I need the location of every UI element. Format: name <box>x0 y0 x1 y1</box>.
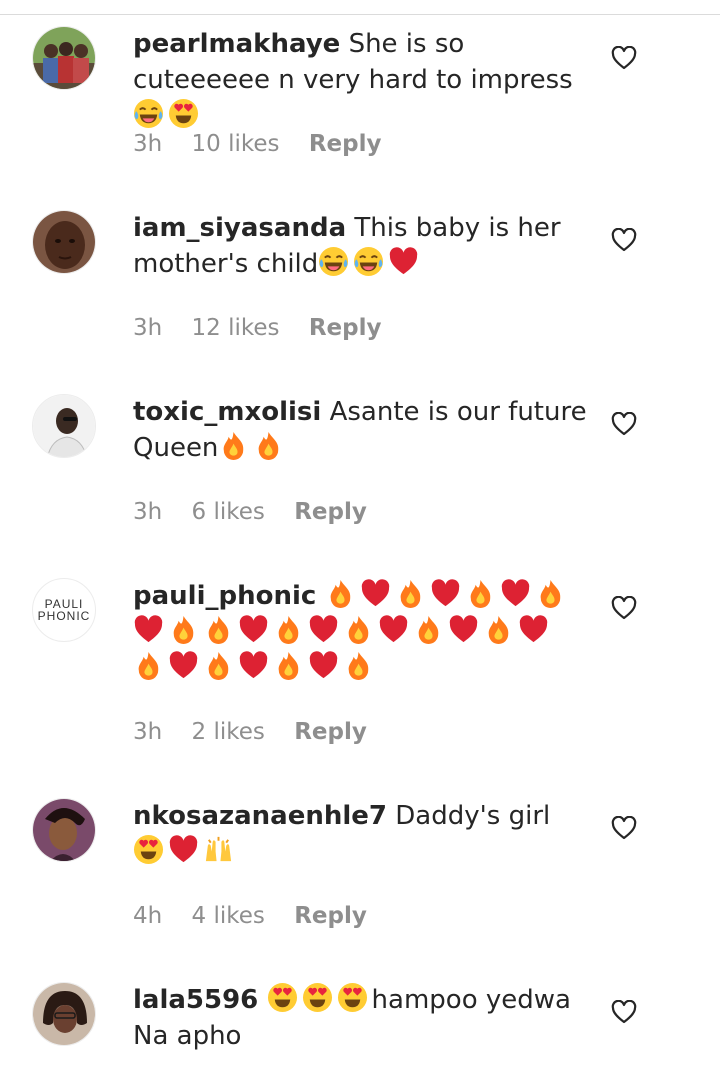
comment-likes[interactable]: 10 likes <box>192 131 280 157</box>
comment-body: pearlmakhaye She is so cuteeeeee n very … <box>133 26 593 134</box>
emoji-fire <box>133 651 168 683</box>
reply-button[interactable]: Reply <box>294 499 367 525</box>
comment-likes[interactable]: 12 likes <box>192 315 280 341</box>
comment-meta: 3h 10 likes Reply <box>133 131 404 157</box>
comment-likes[interactable]: 2 likes <box>192 719 265 745</box>
emoji-laugh-cry <box>353 246 388 279</box>
comment-time: 3h <box>133 131 163 157</box>
comment-username[interactable]: iam_siyasanda <box>133 213 346 243</box>
comment-time: 3h <box>133 719 163 745</box>
emoji-fire <box>343 615 378 647</box>
comment-body: lala5596 hampoo yedwa Na apho <box>133 982 593 1054</box>
emoji-red-heart <box>168 835 203 867</box>
reply-button[interactable]: Reply <box>309 315 382 341</box>
emoji-fire <box>273 651 308 683</box>
emoji-fire <box>343 651 378 683</box>
emoji-fire <box>273 615 308 647</box>
comment-time: 3h <box>133 315 163 341</box>
emoji-heart-eyes <box>302 982 337 1015</box>
emoji-fire <box>203 615 238 647</box>
emoji-fire <box>395 579 430 611</box>
emoji-heart-eyes <box>133 834 168 867</box>
comment-body: pauli_phonic <box>133 578 583 686</box>
comment-likes[interactable]: 6 likes <box>192 499 265 525</box>
heart-outline-icon[interactable] <box>611 412 637 436</box>
comment-meta: 4h 4 likes Reply <box>133 903 389 929</box>
emoji-red-heart <box>360 579 395 611</box>
emoji-red-heart <box>518 615 553 647</box>
comment-username[interactable]: pearlmakhaye <box>133 29 340 59</box>
heart-outline-icon[interactable] <box>611 228 637 252</box>
comment-username[interactable]: pauli_phonic <box>133 581 316 611</box>
top-divider <box>0 14 720 15</box>
avatar[interactable] <box>32 394 96 458</box>
emoji-fire <box>465 579 500 611</box>
comment-meta: 3h 12 likes Reply <box>133 315 404 341</box>
emoji-fire <box>483 615 518 647</box>
emoji-fire <box>325 579 360 611</box>
comment-username[interactable]: toxic_mxolisi <box>133 397 321 427</box>
comment-meta: 3h 2 likes Reply <box>133 719 389 745</box>
comment-username[interactable]: nkosazanaenhle7 <box>133 801 387 831</box>
comment-meta: 3h 6 likes Reply <box>133 499 389 525</box>
emoji-red-heart <box>133 615 168 647</box>
comment-time: 4h <box>133 903 163 929</box>
comment-body: iam_siyasanda This baby is her mother's … <box>133 210 593 282</box>
avatar[interactable] <box>32 26 96 90</box>
reply-button[interactable]: Reply <box>309 131 382 157</box>
avatar[interactable] <box>32 210 96 274</box>
heart-outline-icon[interactable] <box>611 1000 637 1024</box>
emoji-heart-eyes <box>168 98 203 131</box>
emoji-laugh-cry <box>133 98 168 131</box>
emoji-red-heart <box>388 247 423 279</box>
comment-body: toxic_mxolisi Asante is our future Queen <box>133 394 593 466</box>
emoji-red-heart <box>430 579 465 611</box>
emoji-heart-eyes <box>267 982 302 1015</box>
emoji-red-heart <box>308 615 343 647</box>
emoji-fire <box>218 431 253 463</box>
comment-time: 3h <box>133 499 163 525</box>
avatar[interactable] <box>32 982 96 1046</box>
emoji-red-heart <box>448 615 483 647</box>
reply-button[interactable]: Reply <box>294 719 367 745</box>
emoji-red-heart <box>238 615 273 647</box>
emoji-fire <box>203 651 238 683</box>
comment-likes[interactable]: 4 likes <box>192 903 265 929</box>
reply-button[interactable]: Reply <box>294 903 367 929</box>
emoji-red-heart <box>378 615 413 647</box>
comment-body: nkosazanaenhle7 Daddy's girl <box>133 798 593 870</box>
avatar-logo-text: PHONIC <box>37 609 91 623</box>
comment-text: Daddy's girl <box>395 801 551 831</box>
emoji-raised-hands <box>203 836 238 867</box>
avatar[interactable]: PAULI PHONIC <box>32 578 96 642</box>
emoji-red-heart <box>168 651 203 683</box>
emoji-fire <box>413 615 448 647</box>
emoji-fire <box>535 579 570 611</box>
heart-outline-icon[interactable] <box>611 816 637 840</box>
emoji-heart-eyes <box>337 982 372 1015</box>
heart-outline-icon[interactable] <box>611 46 637 70</box>
emoji-fire <box>168 615 203 647</box>
heart-outline-icon[interactable] <box>611 596 637 620</box>
emoji-red-heart <box>238 651 273 683</box>
comment-username[interactable]: lala5596 <box>133 985 258 1015</box>
emoji-fire <box>253 431 288 463</box>
emoji-red-heart <box>308 651 343 683</box>
emoji-red-heart <box>500 579 535 611</box>
emoji-laugh-cry <box>318 246 353 279</box>
avatar[interactable] <box>32 798 96 862</box>
